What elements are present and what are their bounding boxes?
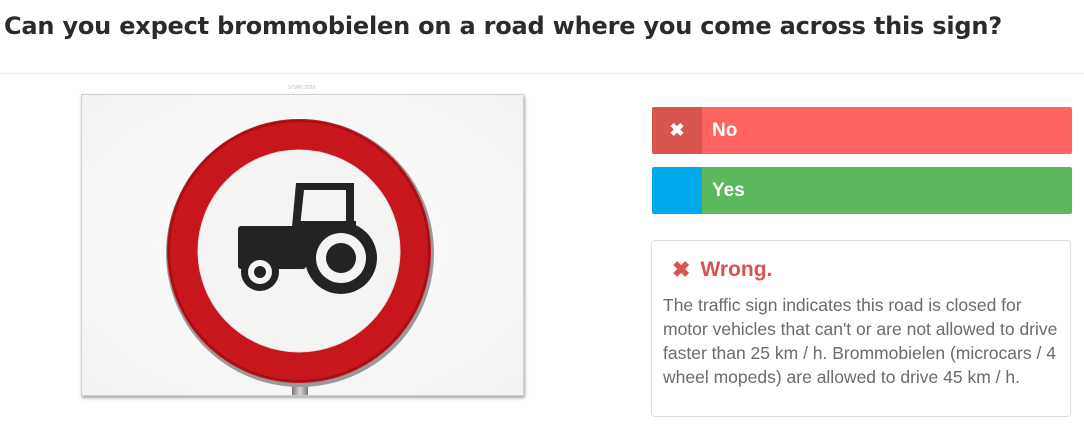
answer-yes-marker xyxy=(652,167,702,214)
question-title: Can you expect brommobielen on a road wh… xyxy=(4,12,1002,40)
answer-yes-label: Yes xyxy=(702,167,1072,214)
close-icon: ✖ xyxy=(672,257,691,282)
image-credit: STWN 2020 xyxy=(288,85,316,91)
close-icon: ✖ xyxy=(652,107,702,154)
feedback-title: Wrong. xyxy=(700,258,773,281)
feedback-box: ✖ Wrong. The traffic sign indicates this… xyxy=(651,240,1071,417)
divider xyxy=(0,73,1084,74)
answer-no-button[interactable]: ✖ No xyxy=(652,107,1072,154)
no-agricultural-vehicles-sign-icon xyxy=(82,95,523,395)
answer-no-label: No xyxy=(702,107,1072,154)
feedback-heading: ✖ Wrong. xyxy=(672,257,772,283)
answer-yes-button[interactable]: Yes xyxy=(652,167,1072,214)
feedback-text: The traffic sign indicates this road is … xyxy=(663,295,1058,387)
sign-image xyxy=(81,94,524,396)
